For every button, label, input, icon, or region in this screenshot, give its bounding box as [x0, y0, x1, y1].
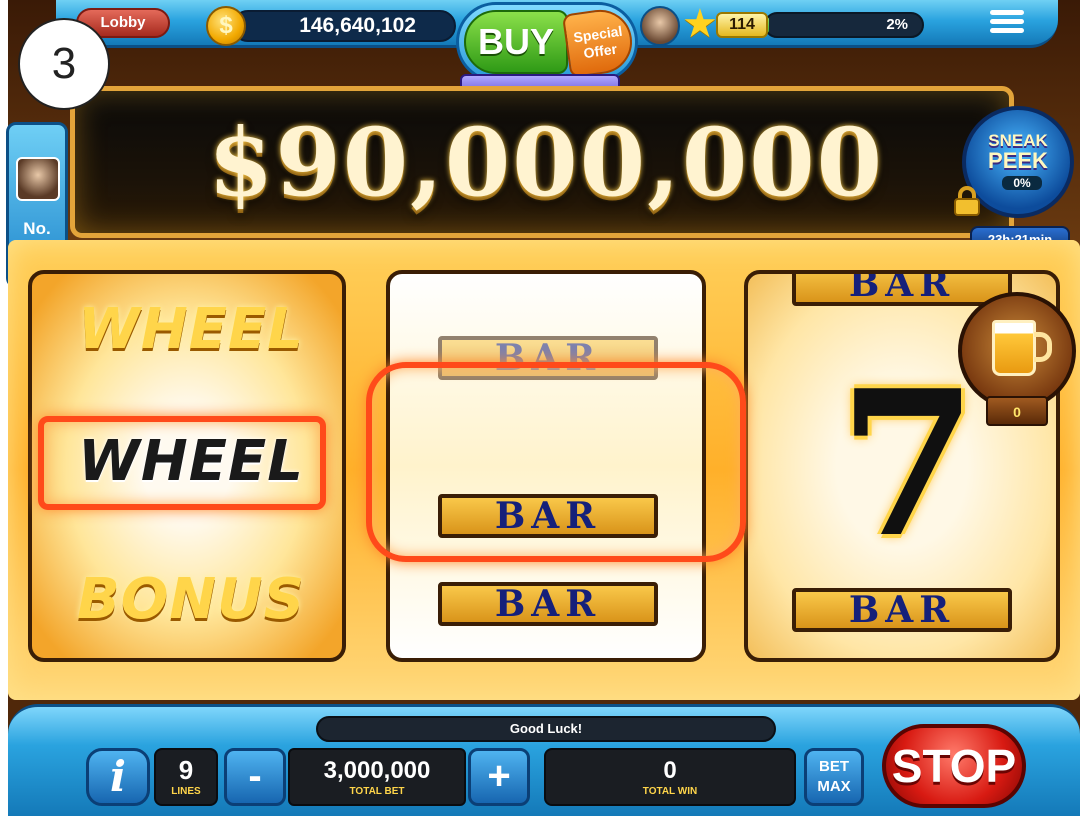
level-badge: 114: [716, 12, 768, 38]
star-icon: ★: [682, 2, 718, 46]
total-bet-label: TOTAL BET: [349, 786, 405, 797]
payline-highlight-2: [366, 362, 746, 562]
status-message: Good Luck!: [316, 716, 776, 742]
jackpot-amount: $90,000,000: [207, 108, 885, 218]
total-bet-display: 3,000,000 TOTAL BET: [288, 748, 466, 806]
lines-value: 9: [178, 755, 194, 785]
buy-button[interactable]: BUY: [464, 10, 568, 74]
rank-label: No.: [23, 219, 51, 238]
bet-max-button[interactable]: BET MAX: [804, 748, 864, 806]
sneak-peek-widget[interactable]: SNEAK PEEK 0% 23h:21min: [954, 96, 1076, 256]
dollar-coin-icon: $: [206, 6, 246, 46]
player-avatar[interactable]: [640, 6, 680, 46]
decrease-bet-button[interactable]: -: [224, 748, 286, 806]
reel1-bottom-symbol: BONUS: [77, 567, 305, 632]
step-number-badge: 3: [18, 18, 110, 110]
increase-bet-button[interactable]: +: [468, 748, 530, 806]
beer-mug-handle: [1034, 332, 1052, 362]
lock-icon: [954, 186, 980, 216]
beer-badge[interactable]: 0: [958, 292, 1076, 432]
xp-percent: 2%: [886, 16, 908, 33]
xp-progress-bar: 2%: [764, 12, 924, 38]
game-screen: Lobby $ 146,640,102 BUY Special Offer ★ …: [0, 0, 1086, 816]
total-win-display: 0 TOTAL WIN: [544, 748, 796, 806]
reel3-bottom-bar: BAR: [792, 588, 1012, 632]
reel1-top-symbol: WHEEL: [78, 297, 304, 362]
lines-label: LINES: [171, 786, 201, 797]
stop-button[interactable]: STOP: [882, 724, 1026, 808]
hamburger-menu-icon[interactable]: [990, 10, 1024, 38]
reel2-bottom-bar: BAR: [438, 582, 658, 626]
info-button[interactable]: i: [86, 748, 150, 806]
total-win-value: 0: [663, 757, 677, 784]
total-bet-value: 3,000,000: [323, 757, 431, 784]
bet-max-line2: MAX: [817, 778, 851, 795]
beer-mug-icon: [992, 320, 1036, 376]
rank-avatar: [16, 157, 60, 201]
beer-count: 0: [986, 396, 1048, 426]
lines-display: 9 LINES: [154, 748, 218, 806]
payline-highlight-1: [38, 416, 326, 510]
bet-max-line1: BET: [819, 758, 849, 775]
coin-balance: 146,640,102: [232, 10, 456, 42]
sneak-peek-title-2: PEEK: [988, 148, 1048, 173]
total-win-label: TOTAL WIN: [642, 786, 698, 797]
sneak-peek-percent: 0%: [1002, 176, 1042, 190]
